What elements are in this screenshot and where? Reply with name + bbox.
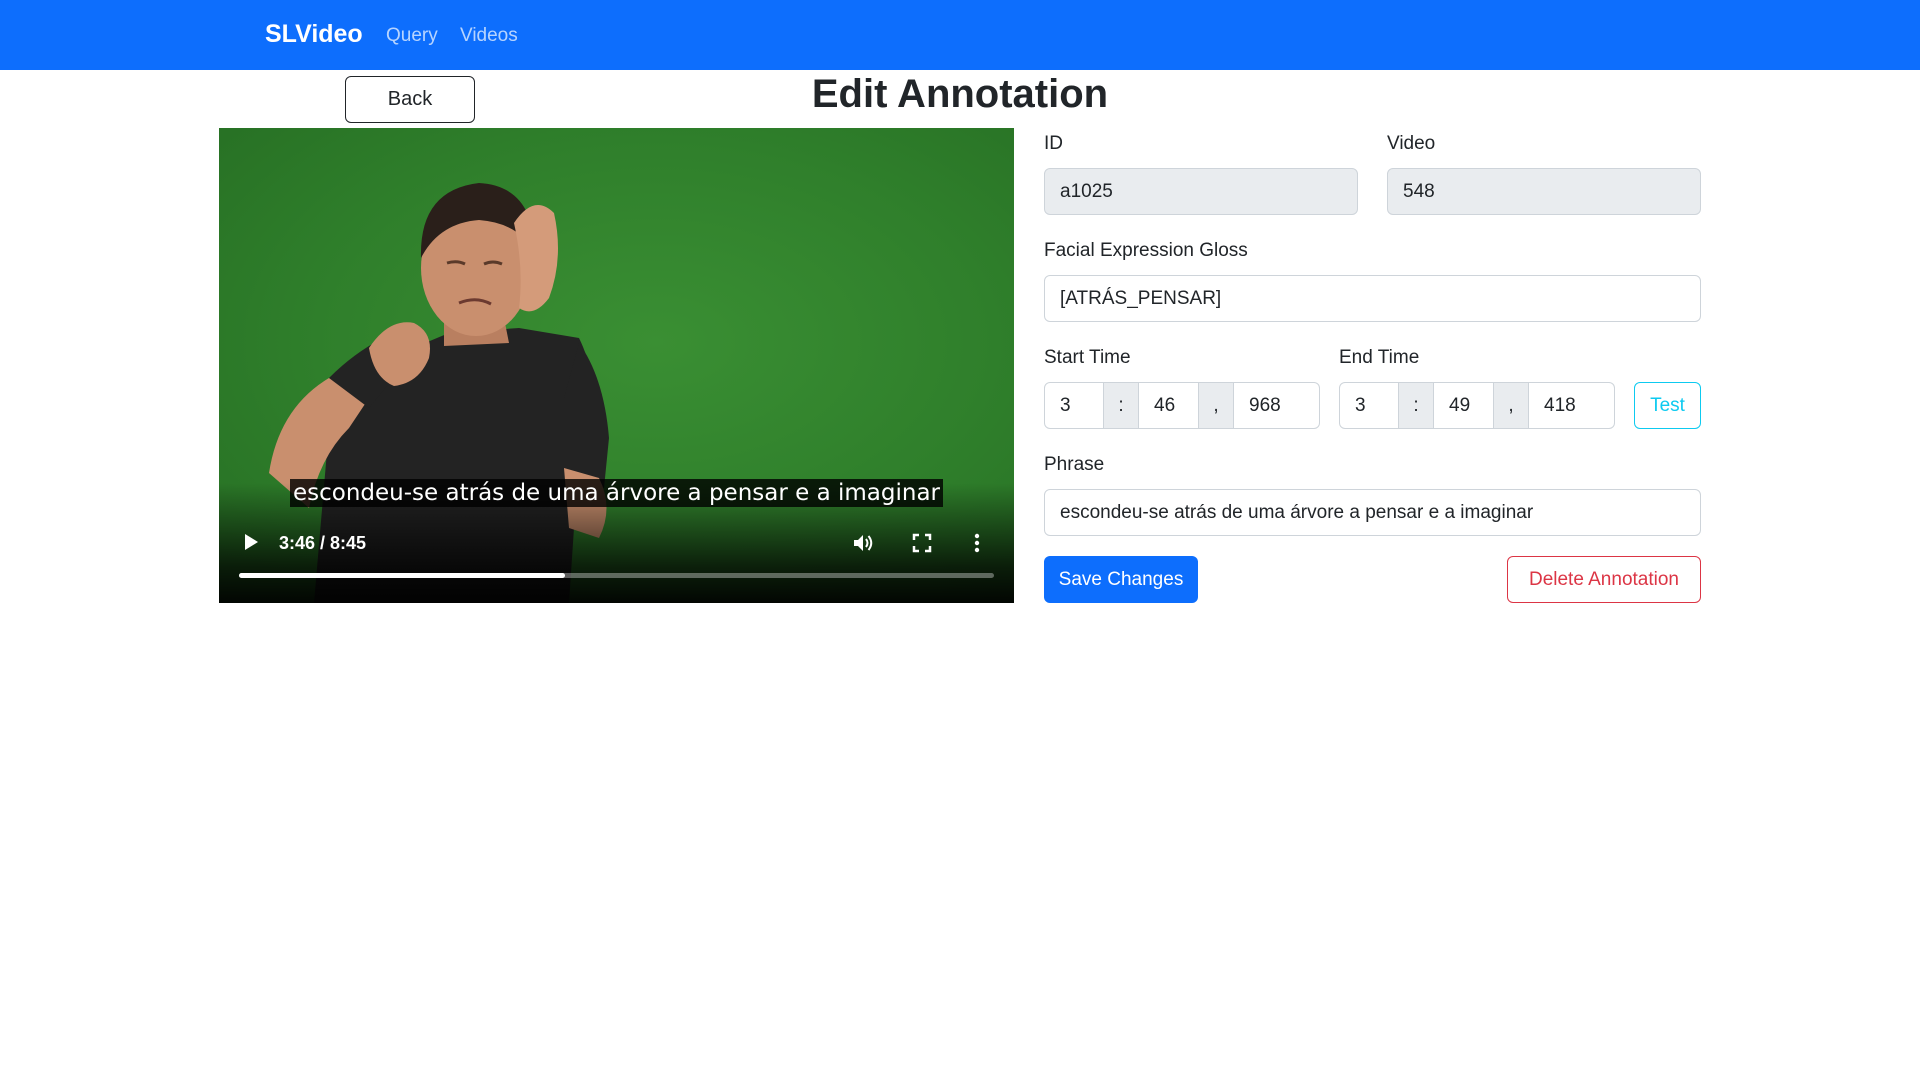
seek-bar[interactable] — [239, 573, 994, 578]
video-subtitle: escondeu-se atrás de uma árvore a pensar… — [219, 479, 1014, 507]
gloss-label: Facial Expression Gloss — [1044, 240, 1248, 261]
gloss-field[interactable]: [ATRÁS_PENSAR] — [1044, 275, 1701, 322]
seek-bar-progress — [239, 573, 566, 578]
phrase-label: Phrase — [1044, 454, 1105, 475]
video-label: Video — [1387, 133, 1436, 154]
nav-link-videos[interactable]: Videos — [460, 25, 518, 47]
start-minutes-input[interactable]: 3 — [1044, 382, 1104, 429]
start-comma-separator: , — [1199, 382, 1234, 429]
end-time-label: End Time — [1339, 347, 1420, 368]
start-milliseconds-input[interactable]: 968 — [1234, 382, 1320, 429]
time-display: 3:46 / 8:45 — [279, 533, 367, 553]
video-field[interactable]: 548 — [1387, 168, 1701, 215]
start-time-label: Start Time — [1044, 347, 1131, 368]
end-milliseconds-input[interactable]: 418 — [1529, 382, 1615, 429]
more-options-icon[interactable] — [971, 531, 983, 555]
test-button[interactable]: Test — [1634, 382, 1701, 429]
subtitle-text: escondeu-se atrás de uma árvore a pensar… — [290, 479, 943, 507]
delete-annotation-button[interactable]: Delete Annotation — [1507, 556, 1701, 603]
nav-link-query[interactable]: Query — [386, 25, 438, 47]
end-colon-separator: : — [1399, 382, 1434, 429]
start-colon-separator: : — [1104, 382, 1139, 429]
navbar: SLVideo Query Videos — [0, 0, 1920, 70]
phrase-field[interactable]: escondeu-se atrás de uma árvore a pensar… — [1044, 489, 1701, 536]
id-field[interactable]: a1025 — [1044, 168, 1358, 215]
end-seconds-input[interactable]: 49 — [1434, 382, 1494, 429]
save-changes-button[interactable]: Save Changes — [1044, 556, 1198, 603]
volume-icon[interactable] — [851, 531, 875, 555]
brand-logo[interactable]: SLVideo — [265, 20, 363, 49]
start-time-group: 3 : 46 , 968 — [1044, 382, 1320, 429]
video-player[interactable]: escondeu-se atrás de uma árvore a pensar… — [219, 128, 1014, 603]
end-comma-separator: , — [1494, 382, 1529, 429]
page-title: Edit Annotation — [811, 72, 1109, 116]
play-icon[interactable] — [241, 532, 261, 552]
id-label: ID — [1044, 133, 1063, 154]
end-time-group: 3 : 49 , 418 — [1339, 382, 1615, 429]
start-seconds-input[interactable]: 46 — [1139, 382, 1199, 429]
end-minutes-input[interactable]: 3 — [1339, 382, 1399, 429]
fullscreen-icon[interactable] — [912, 533, 932, 553]
